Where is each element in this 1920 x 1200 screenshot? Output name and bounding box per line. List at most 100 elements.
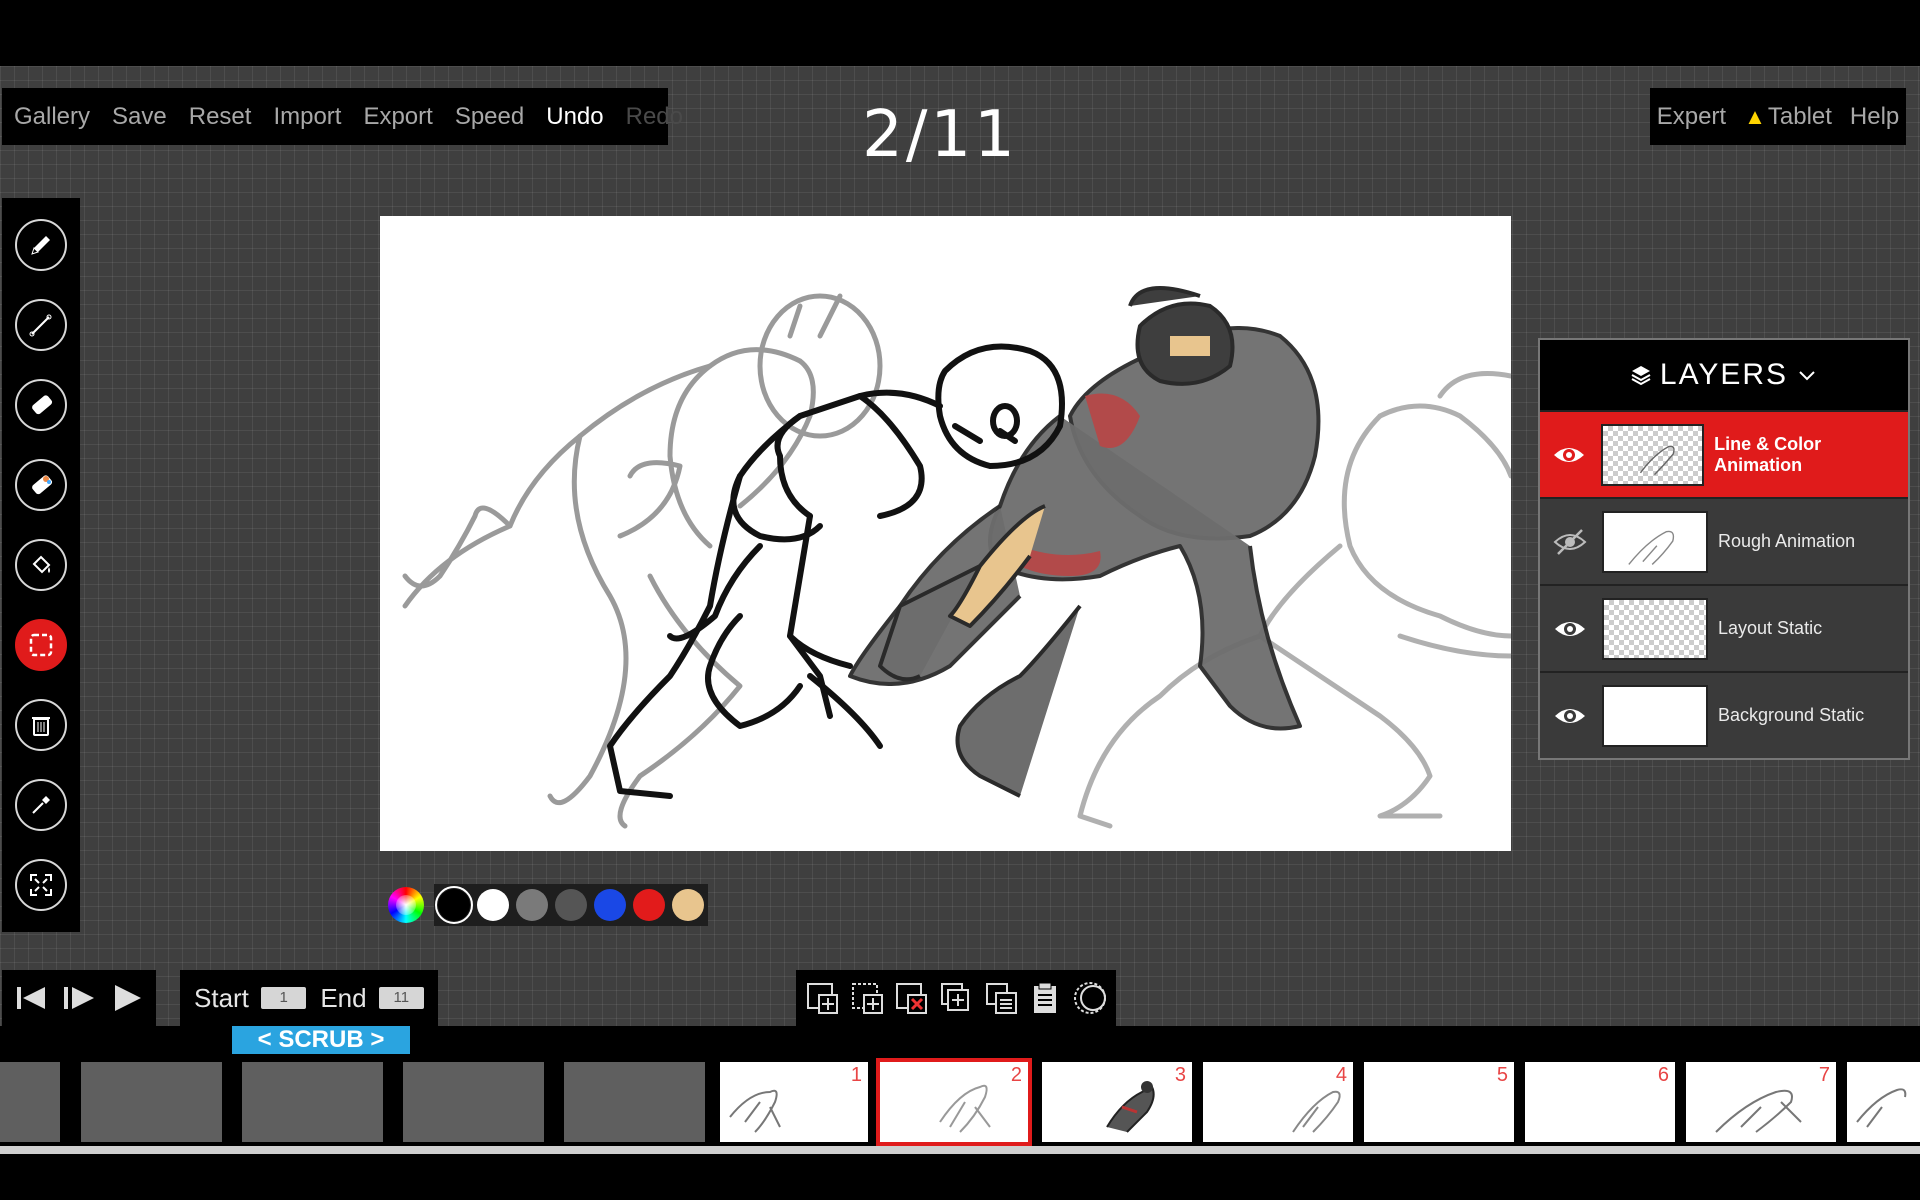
color-wheel-icon[interactable] [388, 887, 424, 923]
fill-tool-button[interactable] [15, 539, 67, 591]
empty-slot [564, 1062, 705, 1142]
layers-icon [1631, 366, 1651, 386]
eraser-icon [32, 395, 53, 415]
visibility-toggle[interactable] [1550, 435, 1589, 475]
frame-thumb-5[interactable]: 5 [1364, 1062, 1514, 1142]
chevron-down-icon [1799, 371, 1815, 381]
color-swatch[interactable] [435, 886, 473, 924]
onion-skin-icon [1073, 982, 1106, 1014]
frame-thumb-6[interactable]: 6 [1525, 1062, 1675, 1142]
frame-thumb-7[interactable]: 7 [1686, 1062, 1836, 1142]
pencil-tool-button[interactable] [15, 219, 67, 271]
frame-thumb-2[interactable]: 2 [876, 1058, 1032, 1146]
layer-rough-animation[interactable]: Rough Animation [1540, 497, 1908, 584]
undo-button[interactable]: Undo [546, 103, 603, 131]
start-frame-input[interactable]: 1 [260, 987, 307, 1009]
color-swatch[interactable] [477, 889, 509, 921]
frame-thumb-3[interactable]: 3 [1042, 1062, 1192, 1142]
empty-slot [242, 1062, 383, 1142]
paste-frame-button[interactable] [1026, 979, 1064, 1017]
select-tool-button[interactable] [15, 619, 67, 671]
next-frame-button[interactable] [60, 979, 98, 1017]
drawing-canvas[interactable] [380, 216, 1511, 851]
color-swatch[interactable] [672, 889, 704, 921]
layer-label: Background Static [1718, 705, 1865, 725]
frame-number: 1 [850, 1064, 862, 1086]
color-eraser-icon [32, 475, 53, 495]
previous-frame-button[interactable] [13, 979, 51, 1017]
eyedropper-tool-button[interactable] [15, 779, 67, 831]
layer-line-color-animation[interactable]: Line & Color Animation [1540, 410, 1908, 497]
color-swatch[interactable] [516, 889, 548, 921]
layer-background-static[interactable]: Background Static [1540, 671, 1908, 758]
export-button[interactable]: Export [363, 103, 432, 131]
visibility-toggle[interactable] [1550, 522, 1590, 562]
frame-range: Start 1 End 11 [180, 970, 438, 1026]
select-icon [29, 633, 53, 657]
color-swatch[interactable] [594, 889, 626, 921]
add-frame-button[interactable] [803, 979, 841, 1017]
eye-icon [1555, 708, 1585, 723]
duplicate-frame-icon [940, 983, 969, 1011]
frame-counter: 2/11 [862, 98, 1018, 172]
empty-slot [81, 1062, 222, 1142]
end-frame-input[interactable]: 11 [378, 987, 424, 1009]
layer-preview [1639, 445, 1675, 475]
gallery-button[interactable]: Gallery [14, 103, 90, 131]
visibility-toggle[interactable] [1550, 696, 1590, 736]
expert-button[interactable]: Expert [1657, 103, 1726, 131]
color-swatch[interactable] [555, 889, 587, 921]
frame-number: 2 [1010, 1064, 1022, 1086]
insert-frame-icon [851, 983, 883, 1014]
frame-thumb-1[interactable]: 1 [720, 1062, 868, 1142]
clipboard-icon [1034, 982, 1057, 1013]
eye-off-icon [1553, 528, 1587, 555]
frame-thumb-4[interactable]: 4 [1203, 1062, 1353, 1142]
frame-preview [1106, 1081, 1155, 1133]
tool-sidebar [2, 198, 80, 932]
clear-tool-button[interactable] [15, 699, 67, 751]
import-button[interactable]: Import [273, 103, 341, 131]
layers-title: LAYERS [1659, 358, 1789, 391]
layer-label: Layout Static [1718, 618, 1823, 638]
start-label: Start [194, 982, 249, 1013]
color-palette [388, 884, 708, 926]
duplicate-frame-button[interactable] [937, 979, 975, 1017]
copy-frame-icon [985, 983, 1017, 1014]
step-forward-icon [63, 987, 94, 1009]
copy-frame-button[interactable] [982, 979, 1020, 1017]
color-swatch[interactable] [633, 889, 665, 921]
tablet-label: Tablet [1767, 102, 1832, 130]
layers-header[interactable]: LAYERS [1540, 340, 1908, 410]
fill-bucket-icon [32, 555, 51, 574]
layer-layout-static[interactable]: Layout Static [1540, 584, 1908, 671]
color-eraser-tool-button[interactable] [15, 459, 67, 511]
insert-frame-button[interactable] [848, 979, 886, 1017]
layers-panel: LAYERS Line & Color Animation Rough Anim… [1538, 338, 1910, 760]
line-icon [29, 314, 52, 337]
top-right-menu: Expert ▲ Tablet Help [1650, 88, 1906, 145]
scrub-button[interactable]: < SCRUB > [232, 1026, 410, 1054]
timeline-scrollbar[interactable] [0, 1146, 1920, 1154]
trash-icon [32, 717, 50, 736]
visibility-toggle[interactable] [1550, 609, 1590, 649]
fullscreen-tool-button[interactable] [15, 859, 67, 911]
empty-slot [403, 1062, 544, 1142]
end-label: End [320, 982, 367, 1013]
eraser-tool-button[interactable] [15, 379, 67, 431]
save-button[interactable]: Save [112, 103, 167, 131]
help-button[interactable]: Help [1850, 103, 1899, 131]
empty-slot [0, 1062, 60, 1142]
reset-button[interactable]: Reset [189, 103, 252, 131]
speed-button[interactable]: Speed [455, 103, 524, 131]
frame-thumb-8[interactable] [1847, 1062, 1920, 1142]
redo-button[interactable]: Redo [626, 103, 683, 131]
delete-frame-button[interactable] [892, 979, 930, 1017]
frame-preview [939, 1084, 991, 1133]
line-tool-button[interactable] [15, 299, 67, 351]
frame-number: 3 [1174, 1064, 1186, 1086]
play-button[interactable] [107, 979, 145, 1017]
tablet-button[interactable]: ▲ Tablet [1744, 103, 1832, 131]
timeline: 1 2 3 4 5 6 7 [0, 1056, 1920, 1154]
onion-skin-button[interactable] [1071, 979, 1109, 1017]
